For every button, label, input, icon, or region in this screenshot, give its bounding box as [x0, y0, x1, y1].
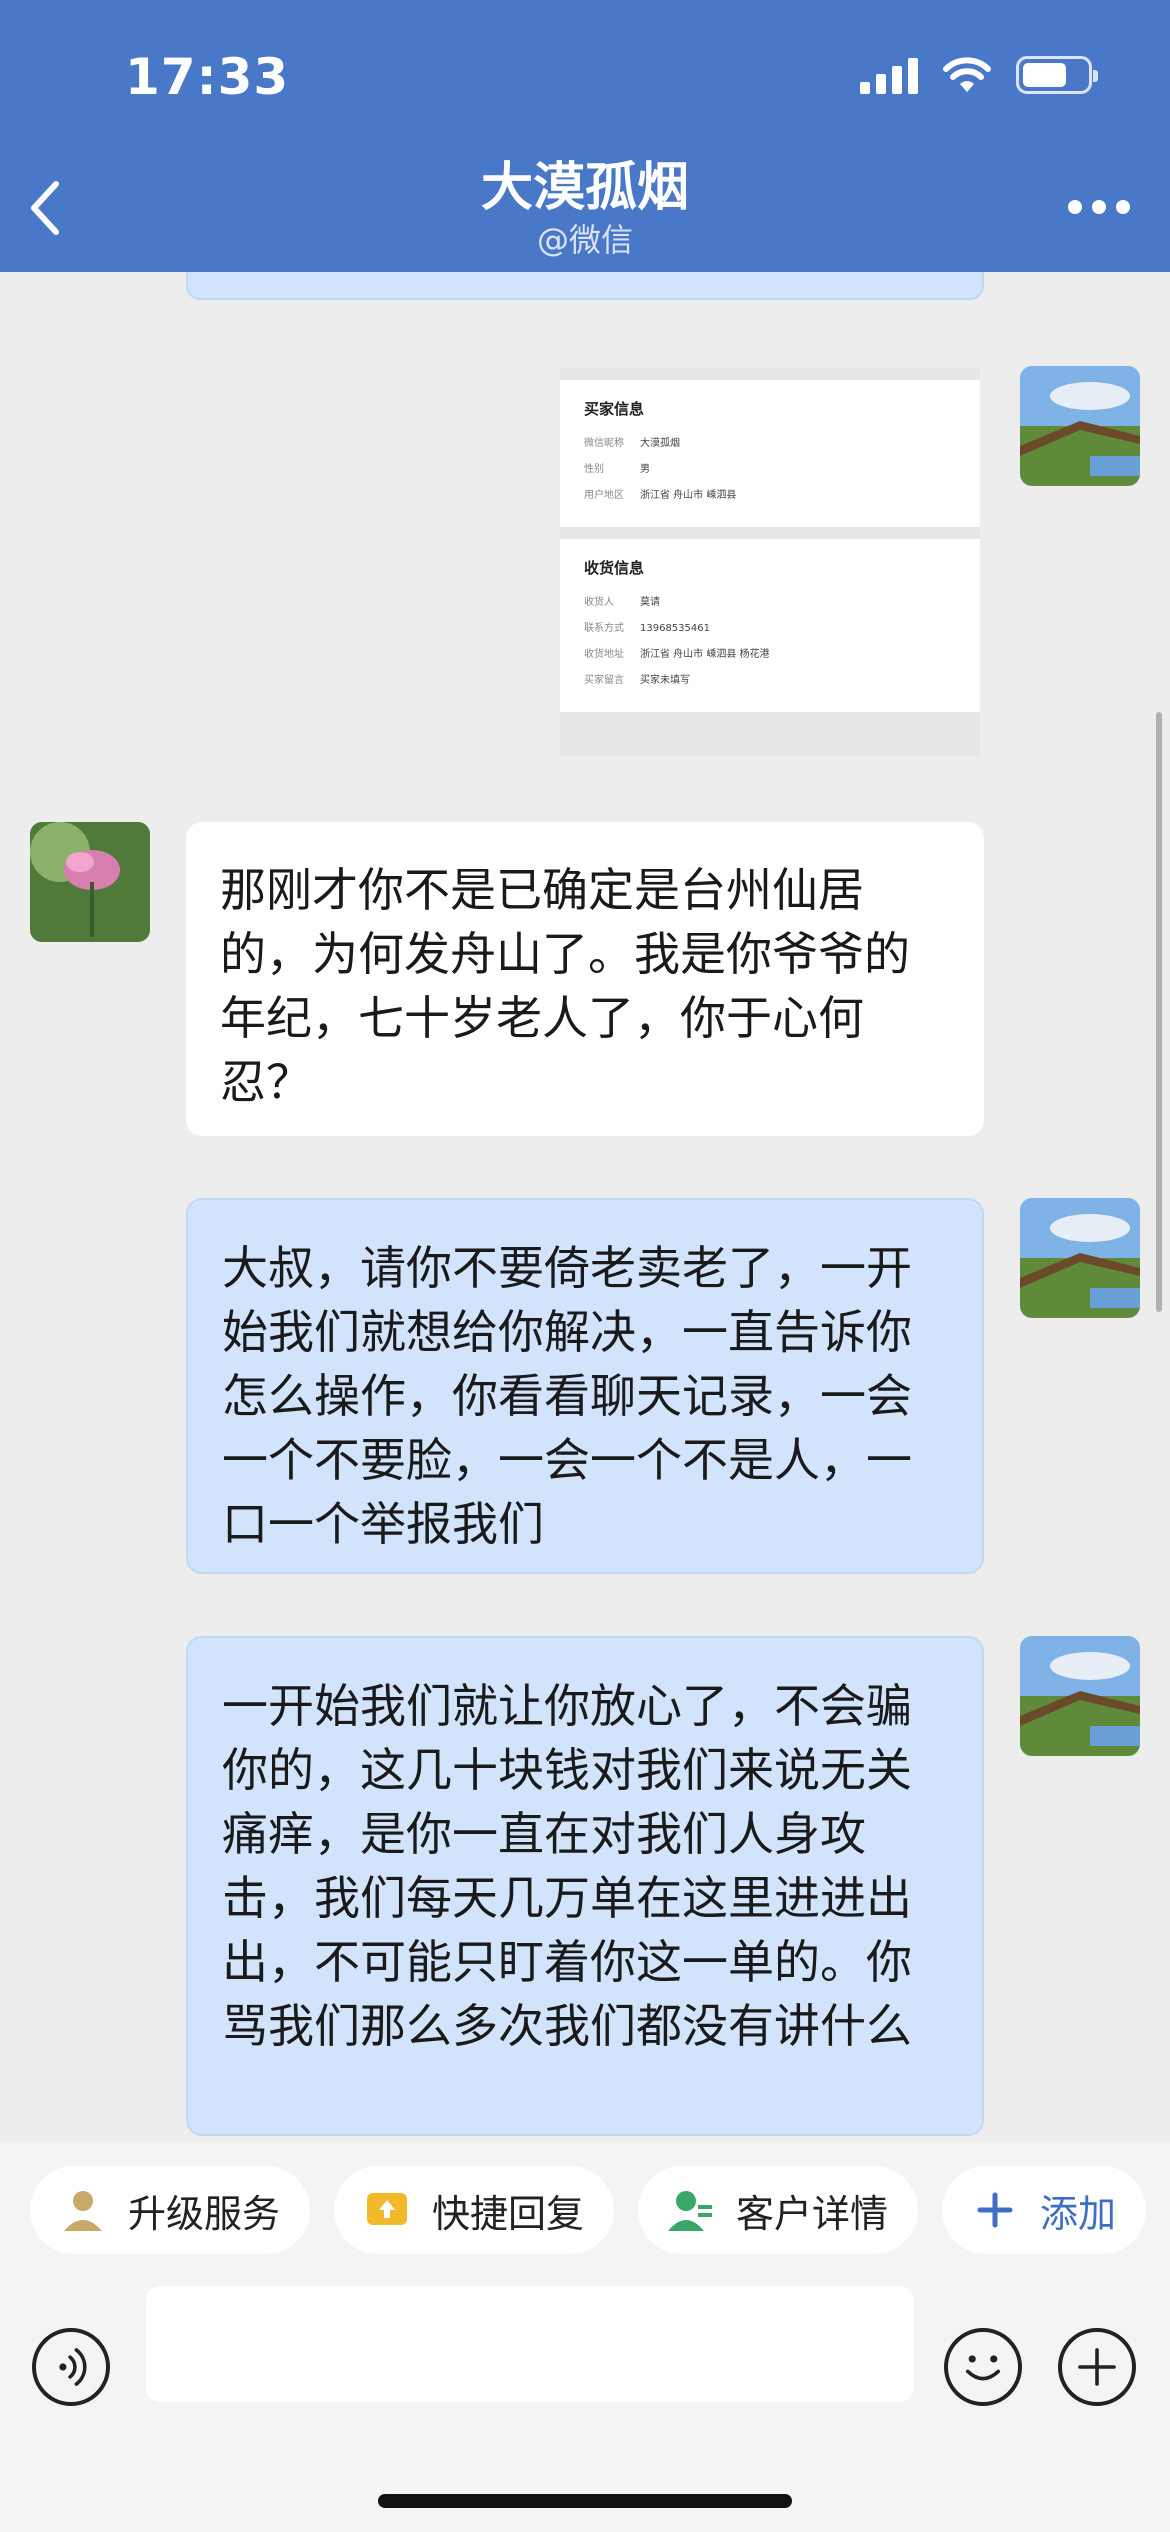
upgrade-service-button[interactable]: 升级服务	[30, 2166, 311, 2254]
more-options-icon[interactable]	[1068, 200, 1130, 214]
chat-header: 17:33 大漠孤烟 @微信	[0, 0, 1170, 272]
plus-icon	[977, 2192, 1013, 2228]
order-row: 性别男	[584, 464, 650, 475]
my-avatar[interactable]	[1020, 1636, 1140, 1756]
quick-reply-button[interactable]: 快捷回复	[334, 2166, 615, 2254]
buyer-info-title: 买家信息	[584, 400, 645, 418]
chat-subtitle: @微信	[536, 221, 633, 259]
status-icons	[860, 56, 1098, 94]
my-avatar[interactable]	[1020, 1198, 1140, 1318]
customer-detail-button[interactable]: 客户详情	[638, 2166, 919, 2254]
buyer-info-section: 买家信息 微信昵称 大漠孤烟 性别男 用户地区 浙江省 舟山市 嵊泗县	[560, 380, 980, 527]
message-bubble[interactable]: 大叔，请你不要倚老卖老了，一开始我们就想给你解决，一直告诉你怎么操作，你看看聊天…	[186, 1198, 984, 1574]
emoji-icon[interactable]	[944, 2328, 1022, 2406]
battery-icon	[1016, 56, 1098, 94]
cellular-signal-icon	[860, 56, 918, 94]
person-icon	[64, 2191, 102, 2231]
message-input-bar	[0, 2282, 1170, 2532]
add-label: 添加	[1040, 2191, 1117, 2236]
quick-actions-bar: 升级服务 快捷回复 客户详情 添加	[0, 2142, 1170, 2282]
customer-detail-label: 客户详情	[736, 2191, 889, 2236]
home-indicator[interactable]	[378, 2494, 792, 2508]
chat-title: 大漠孤烟	[480, 158, 689, 218]
order-row: 收货地址 浙江省 舟山市 嵊泗县 杨花港	[584, 649, 770, 660]
order-info-image[interactable]: 买家信息 微信昵称 大漠孤烟 性别男 用户地区 浙江省 舟山市 嵊泗县 收货信息 收…	[560, 368, 980, 756]
order-row: 用户地区 浙江省 舟山市 嵊泗县	[584, 490, 737, 501]
message-text: 那刚才你不是已确定是台州仙居的，为何发舟山了。我是你爷爷的年纪，七十岁老人了，你…	[220, 863, 910, 1109]
message-text-input[interactable]	[146, 2286, 914, 2402]
more-actions-plus-icon[interactable]	[1058, 2328, 1136, 2406]
wifi-icon	[943, 57, 991, 92]
order-row: 联系方式 13968535461	[584, 623, 710, 634]
upload-message-icon	[367, 2193, 407, 2225]
message-bubble[interactable]: 那刚才你不是已确定是台州仙居的，为何发舟山了。我是你爷爷的年纪，七十岁老人了，你…	[186, 822, 984, 1136]
title-block: 大漠孤烟 @微信	[0, 156, 1170, 260]
quick-reply-label: 快捷回复	[432, 2191, 585, 2236]
message-text: 大叔，请你不要倚老卖老了，一开始我们就想给你解决，一直告诉你怎么操作，你看看聊天…	[222, 1241, 912, 1551]
delivery-info-title: 收货信息	[584, 559, 645, 577]
scrollbar[interactable]	[1156, 712, 1162, 1312]
message-text: 一开始我们就让你放心了，不会骗你的，这几十块钱对我们来说无关痛痒，是你一直在对我…	[222, 1679, 912, 2053]
chat-messages[interactable]: 买家信息 微信昵称 大漠孤烟 性别男 用户地区 浙江省 舟山市 嵊泗县 收货信息 收…	[0, 272, 1170, 2142]
upgrade-service-label: 升级服务	[128, 2191, 281, 2236]
order-row: 买家留言 买家未填写	[584, 675, 690, 686]
order-row: 微信昵称 大漠孤烟	[584, 438, 680, 449]
contact-avatar[interactable]	[30, 822, 150, 942]
add-quick-action-button[interactable]: 添加	[942, 2166, 1147, 2254]
delivery-info-section: 收货信息 收货人 莫请 联系方式 13968535461 收货地址 浙江省 舟山市 嵊…	[560, 539, 980, 712]
customer-detail-icon	[668, 2191, 712, 2231]
voice-input-icon[interactable]	[32, 2328, 110, 2406]
status-time: 17:33	[125, 48, 290, 106]
order-row: 收货人 莫请	[584, 597, 660, 608]
my-avatar[interactable]	[1020, 366, 1140, 486]
message-bubble[interactable]: 一开始我们就让你放心了，不会骗你的，这几十块钱对我们来说无关痛痒，是你一直在对我…	[186, 1636, 984, 2136]
previous-message-bubble	[186, 272, 984, 300]
